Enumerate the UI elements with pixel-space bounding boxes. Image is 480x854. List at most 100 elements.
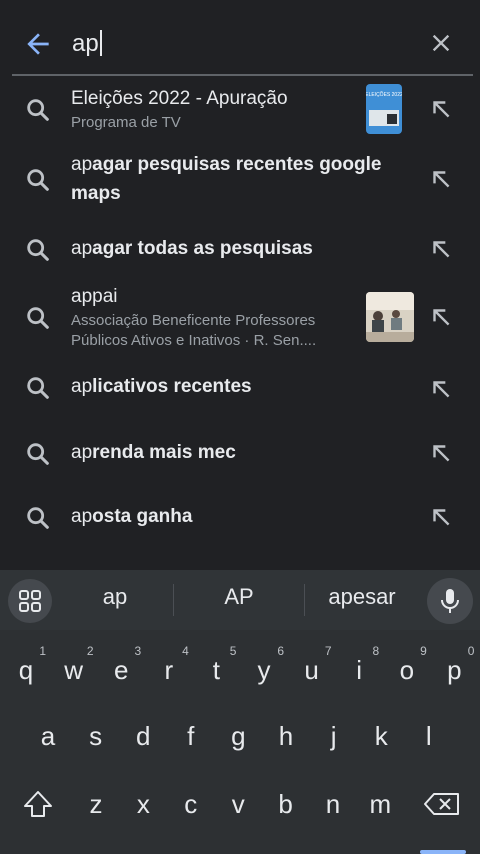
key-number-hint: 3 xyxy=(134,644,142,658)
key-s[interactable]: s xyxy=(74,710,118,762)
key-j[interactable]: j xyxy=(312,710,356,762)
key-i[interactable]: 8i xyxy=(337,644,381,696)
key-label: x xyxy=(136,789,150,819)
key-m[interactable]: m xyxy=(358,778,402,830)
suggestion-completion: agar todas as pesquisas xyxy=(92,238,313,259)
search-input[interactable]: ap xyxy=(72,28,102,60)
fill-query-arrow-icon[interactable] xyxy=(428,236,454,262)
key-label: b xyxy=(278,789,293,819)
suggestion-subtitle: Programa de TV xyxy=(71,114,181,131)
key-label: h xyxy=(278,721,294,751)
suggestion-completion: osta ganha xyxy=(92,506,193,527)
key-label: f xyxy=(187,721,195,751)
keyboard-suggestion[interactable]: AP xyxy=(194,584,284,610)
search-icon xyxy=(27,99,49,121)
suggestion-text: aprenda mais mec xyxy=(71,438,411,467)
microphone-icon xyxy=(441,589,459,613)
shift-icon[interactable] xyxy=(16,778,60,830)
voice-input-button[interactable] xyxy=(427,578,473,624)
key-label: n xyxy=(325,789,341,819)
key-h[interactable]: h xyxy=(264,710,308,762)
key-f[interactable]: f xyxy=(169,710,213,762)
key-label: o xyxy=(399,655,415,685)
suggestion-item[interactable]: Eleições 2022 - Apuração Programa de TV EL… xyxy=(0,76,480,142)
key-l[interactable]: l xyxy=(407,710,451,762)
key-a[interactable]: a xyxy=(26,710,70,762)
suggestion-text: appai Associação Beneficente Professores … xyxy=(71,282,351,351)
keyboard: ap AP apesar 1q2w3e4r5t6y7u8i9o0pasdfghj… xyxy=(0,570,480,854)
key-label: j xyxy=(330,721,337,751)
key-n[interactable]: n xyxy=(311,778,355,830)
keyboard-suggestion[interactable]: ap xyxy=(70,584,160,610)
key-label: z xyxy=(89,789,103,819)
key-z[interactable]: z xyxy=(74,778,118,830)
thumbnail-caption: ELEIÇÕES 2022 xyxy=(366,91,402,98)
suggestion-text: apagar pesquisas recentes google maps xyxy=(71,150,411,208)
key-number-hint: 1 xyxy=(39,644,46,658)
key-label: g xyxy=(231,721,246,751)
suggestion-item[interactable]: appai Associação Beneficente Professores … xyxy=(0,278,480,358)
fill-query-arrow-icon[interactable] xyxy=(428,504,454,530)
keyboard-suggestion-strip: ap AP apesar xyxy=(0,570,480,630)
fill-query-arrow-icon[interactable] xyxy=(428,166,454,192)
search-icon xyxy=(27,307,49,329)
key-label: y xyxy=(257,655,271,685)
key-label: k xyxy=(374,721,388,751)
key-o[interactable]: 9o xyxy=(385,644,429,696)
key-u[interactable]: 7u xyxy=(290,644,334,696)
suggestion-list: Eleições 2022 - Apuração Programa de TV EL… xyxy=(0,76,480,550)
key-number-hint: 4 xyxy=(182,644,189,658)
search-icon xyxy=(27,377,49,399)
grid-icon xyxy=(19,590,41,612)
key-label: v xyxy=(231,789,245,819)
search-icon xyxy=(27,169,49,191)
key-d[interactable]: d xyxy=(121,710,165,762)
backspace-icon[interactable] xyxy=(420,778,466,830)
key-label: a xyxy=(40,721,56,751)
key-y[interactable]: 6y xyxy=(242,644,286,696)
key-b[interactable]: b xyxy=(264,778,308,830)
text-caret xyxy=(99,30,102,56)
close-icon[interactable] xyxy=(427,29,455,57)
suggestion-item[interactable]: apagar todas as pesquisas xyxy=(0,216,480,278)
suggestion-prefix: ap xyxy=(71,442,93,463)
keyboard-menu-button[interactable] xyxy=(8,579,52,623)
key-k[interactable]: k xyxy=(359,710,403,762)
key-r[interactable]: 4r xyxy=(147,644,191,696)
key-g[interactable]: g xyxy=(216,710,260,762)
key-p[interactable]: 0p xyxy=(432,644,476,696)
key-number-hint: 8 xyxy=(372,644,380,658)
back-arrow-icon[interactable] xyxy=(22,28,54,60)
suggestion-title: Eleições 2022 - Apuração xyxy=(71,88,288,109)
fill-query-arrow-icon[interactable] xyxy=(428,304,454,330)
key-number-hint: 6 xyxy=(277,644,284,658)
suggestion-item[interactable]: apagar pesquisas recentes google maps xyxy=(0,142,480,216)
fill-query-arrow-icon[interactable] xyxy=(428,96,454,122)
keyboard-suggestion[interactable]: apesar xyxy=(316,584,408,610)
key-label: l xyxy=(425,721,432,751)
key-label: s xyxy=(89,721,103,751)
key-t[interactable]: 5t xyxy=(194,644,238,696)
key-c[interactable]: c xyxy=(169,778,213,830)
key-v[interactable]: v xyxy=(216,778,260,830)
key-label: d xyxy=(135,721,151,751)
key-label: i xyxy=(356,655,363,685)
suggestion-text: apagar todas as pesquisas xyxy=(71,234,411,263)
fill-query-arrow-icon[interactable] xyxy=(428,376,454,402)
suggestion-completion: licativos recentes xyxy=(92,376,252,397)
key-q[interactable]: 1q xyxy=(4,644,48,696)
key-label: t xyxy=(212,655,220,685)
suggestion-item[interactable]: aposta ganha xyxy=(0,488,480,550)
key-label: u xyxy=(304,655,319,685)
key-number-hint: 9 xyxy=(420,644,427,658)
key-w[interactable]: 2w xyxy=(52,644,96,696)
suggestion-item[interactable]: aplicativos recentes xyxy=(0,358,480,422)
search-icon xyxy=(27,443,49,465)
key-x[interactable]: x xyxy=(121,778,165,830)
enter-key-edge[interactable] xyxy=(420,850,466,854)
key-e[interactable]: 3e xyxy=(99,644,143,696)
suggestion-item[interactable]: aprenda mais mec xyxy=(0,422,480,488)
suggestion-text: aposta ganha xyxy=(71,502,411,531)
eleicoes-2022-thumbnail: ELEIÇÕES 2022 xyxy=(366,84,402,134)
fill-query-arrow-icon[interactable] xyxy=(428,440,454,466)
